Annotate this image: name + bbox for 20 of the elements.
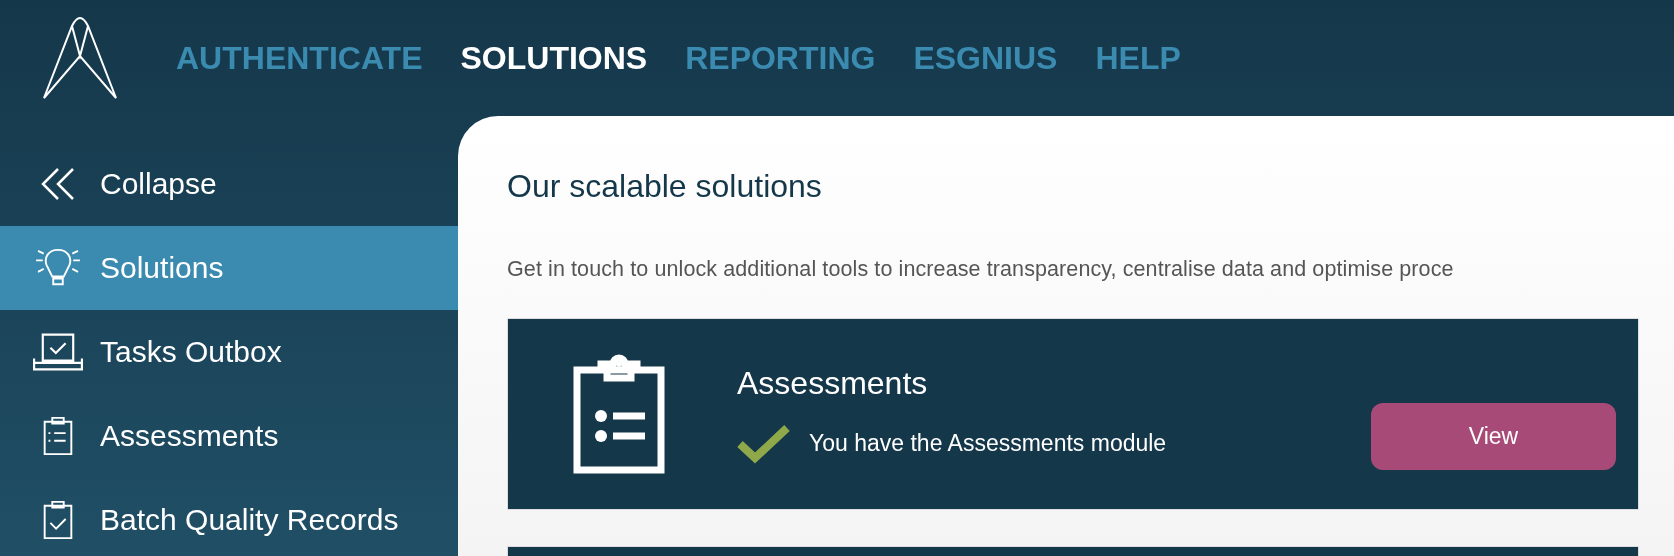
sidebar-item[interactable]: Assessments <box>0 394 458 478</box>
checkmark-icon <box>737 423 791 464</box>
nav-tab[interactable]: REPORTING <box>685 39 876 77</box>
page-description: Get in touch to unlock additional tools to increase transparency, centralise data and optimise proce <box>507 257 1455 282</box>
lightbulb-icon <box>33 248 83 288</box>
card-title: Assessments <box>737 364 929 402</box>
sidebar-item[interactable]: Tasks Outbox <box>0 310 458 394</box>
nav-tab[interactable]: ESGNIUS <box>913 39 1058 77</box>
sidebar-item[interactable]: Solutions <box>0 226 458 310</box>
page-title: Our scalable solutions <box>507 168 823 205</box>
collapse-button[interactable]: Collapse <box>0 142 458 226</box>
logo-icon <box>42 16 118 100</box>
nav-tab[interactable]: SOLUTIONS <box>460 39 648 77</box>
status-text: You have the Assessments module <box>809 430 1167 457</box>
nav-tab[interactable]: AUTHENTICATE <box>176 39 423 77</box>
nav-tab[interactable]: HELP <box>1095 39 1181 77</box>
tray-checkbox-icon <box>33 332 83 372</box>
clipboard-list-icon <box>573 354 665 474</box>
view-button[interactable]: View <box>1371 402 1616 470</box>
sidebar-item[interactable]: Batch Quality Records <box>0 478 458 556</box>
